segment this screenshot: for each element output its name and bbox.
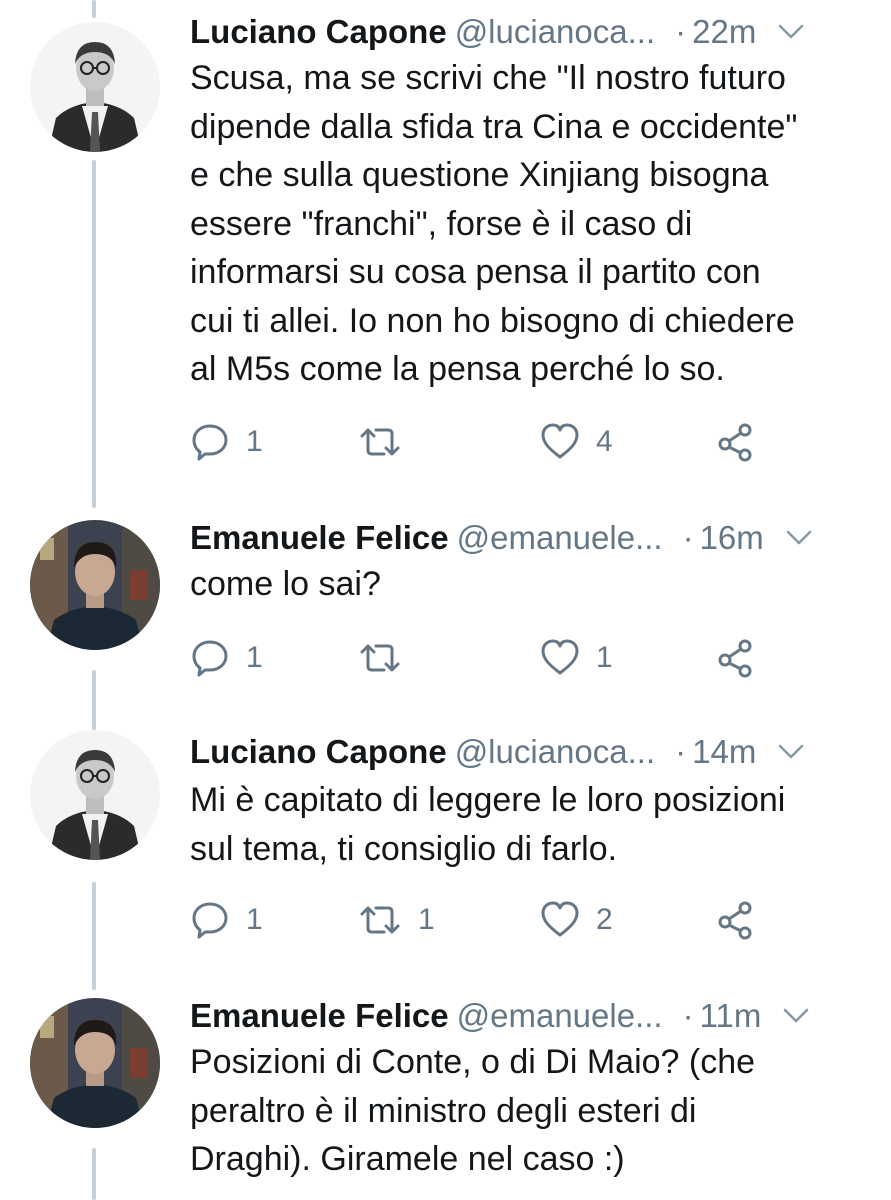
tweet-time[interactable]: 22m [692, 13, 756, 51]
tweet-text-line: Posizioni di Conte, o di Di Maio? (che [190, 1043, 756, 1081]
share-button[interactable] [716, 636, 756, 680]
separator-dot: · [682, 519, 694, 556]
tweet-text: Posizioni di Conte, o di Di Maio? (che p… [190, 1038, 870, 1184]
tweet-text: Mi è capitato di leggere le loro posizio… [190, 776, 870, 873]
author-name[interactable]: Emanuele Felice [190, 519, 449, 557]
author-name[interactable]: Emanuele Felice [190, 997, 449, 1035]
like-count: 4 [596, 425, 613, 458]
separator-dot: · [675, 13, 687, 50]
tweet[interactable]: Emanuele Felice @emanuele... · 16m come … [0, 500, 891, 730]
tweet-text-line: Scusa, ma se scrivi che "Il nostro futur… [190, 59, 786, 97]
like-count: 2 [596, 903, 613, 936]
tweet-text-line: al M5s come la pensa perché lo so. [190, 350, 725, 388]
reply-icon [190, 422, 230, 462]
tweet-text-line: cui ti allei. Io non ho bisogno di chied… [190, 301, 795, 340]
share-icon [716, 422, 756, 462]
separator-dot: · [675, 733, 687, 770]
tweet[interactable]: Luciano Capone @lucianoca... · 22m Scusa… [0, 0, 891, 500]
chevron-down-icon[interactable] [781, 1001, 811, 1031]
author-handle[interactable]: @lucianoca... [455, 13, 655, 51]
tweet-text-line: e che sulla questione Xinjiang bisogna [190, 156, 769, 194]
reply-count: 1 [246, 641, 263, 674]
author-handle[interactable]: @emanuele... [457, 997, 663, 1035]
retweet-icon [358, 900, 402, 940]
luciano-capone-avatar-image [30, 22, 160, 152]
emanuele-felice-avatar-image [30, 520, 160, 650]
tweet-text: come lo sai? [190, 560, 870, 609]
share-button[interactable] [716, 420, 756, 464]
separator-dot: · [682, 997, 694, 1034]
retweet-icon [358, 638, 402, 678]
reply-icon [190, 638, 230, 678]
heart-icon [540, 422, 580, 462]
tweet[interactable]: Luciano Capone @lucianoca... · 14m Mi è … [0, 730, 891, 990]
retweet-button[interactable] [358, 420, 418, 464]
reply-icon [190, 900, 230, 940]
author-handle[interactable]: @emanuele... [457, 519, 663, 557]
tweet-header: Emanuele Felice @emanuele... · 16m [190, 516, 861, 560]
tweet-text-line: sul tema, ti consiglio di farlo. [190, 829, 618, 868]
share-icon [716, 900, 756, 940]
tweet-text-line: dipende dalla sfida tra Cina e occidente… [190, 107, 798, 146]
tweet-header: Luciano Capone @lucianoca... · 22m [190, 10, 861, 54]
tweet-text-line: Draghi). Giramele nel caso :) [190, 1140, 625, 1178]
retweet-button[interactable]: 1 [358, 898, 435, 942]
reply-button[interactable]: 1 [190, 420, 263, 464]
like-button[interactable]: 4 [540, 420, 613, 464]
author-name[interactable]: Luciano Capone [190, 13, 447, 51]
tweet-time[interactable]: 16m [700, 519, 764, 557]
share-button[interactable] [716, 898, 756, 942]
tweet-text-line: peraltro è il ministro degli esteri di [190, 1091, 697, 1130]
chevron-down-icon[interactable] [776, 737, 806, 767]
retweet-button[interactable] [358, 636, 418, 680]
reply-count: 1 [246, 903, 263, 936]
reply-button[interactable]: 1 [190, 636, 263, 680]
emanuele-felice-avatar-image [30, 998, 160, 1128]
tweet-text: Scusa, ma se scrivi che "Il nostro futur… [190, 54, 870, 394]
author-handle[interactable]: @lucianoca... [455, 733, 655, 771]
tweet-text-line: Mi è capitato di leggere le loro posizio… [190, 781, 786, 819]
tweet-time[interactable]: 14m [692, 733, 756, 771]
tweet-time[interactable]: 11m [700, 997, 762, 1035]
like-button[interactable]: 2 [540, 898, 613, 942]
like-button[interactable]: 1 [540, 636, 613, 680]
avatar[interactable] [30, 520, 160, 650]
reply-button[interactable]: 1 [190, 898, 263, 942]
retweet-count: 1 [418, 903, 435, 936]
like-count: 1 [596, 641, 613, 674]
tweet-actions: 1 4 [190, 420, 790, 464]
avatar[interactable] [30, 730, 160, 860]
tweet-header: Emanuele Felice @emanuele... · 11m [190, 994, 861, 1038]
tweet-text-line: essere "franchi", forse è il caso di [190, 204, 693, 243]
retweet-icon [358, 422, 402, 462]
luciano-capone-avatar-image [30, 730, 160, 860]
tweet-actions: 1 1 2 [190, 898, 790, 942]
avatar[interactable] [30, 22, 160, 152]
reply-count: 1 [246, 425, 263, 458]
tweet-header: Luciano Capone @lucianoca... · 14m [190, 730, 861, 774]
tweet-text-line: informarsi su cosa pensa il partito con [190, 253, 761, 291]
tweet-actions: 1 1 [190, 636, 790, 680]
tweet[interactable]: Emanuele Felice @emanuele... · 11m Posiz… [0, 990, 891, 1200]
heart-icon [540, 900, 580, 940]
share-icon [716, 638, 756, 678]
chevron-down-icon[interactable] [784, 523, 814, 553]
author-name[interactable]: Luciano Capone [190, 733, 447, 771]
tweet-text-line: come lo sai? [190, 565, 381, 603]
avatar[interactable] [30, 998, 160, 1128]
heart-icon [540, 638, 580, 678]
chevron-down-icon[interactable] [776, 17, 806, 47]
